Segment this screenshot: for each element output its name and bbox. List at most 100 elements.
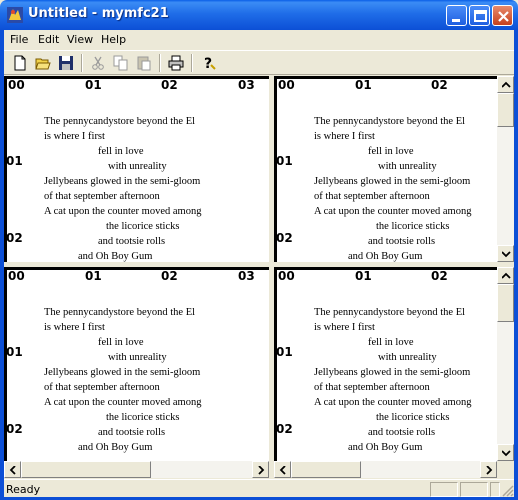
chevron-left-icon: [279, 466, 286, 475]
poem-line: fell in love: [98, 337, 144, 348]
poem-line: of that september afternoon: [44, 382, 160, 393]
scroll-thumb[interactable]: [497, 93, 514, 127]
copy-button[interactable]: [111, 53, 132, 73]
status-panel-caps: [430, 482, 458, 497]
maximize-button[interactable]: [469, 5, 490, 26]
scroll-thumb[interactable]: [291, 461, 361, 478]
row-marker: 01: [6, 345, 23, 359]
open-button[interactable]: [33, 53, 54, 73]
pane-bottom-left[interactable]: 00 01 02 03 01 02 The pennycandystore beyond t…: [4, 267, 269, 478]
column-marker: 01: [85, 269, 102, 283]
cut-button[interactable]: [88, 53, 109, 73]
top-ruler-line: [4, 76, 269, 79]
scroll-left-button[interactable]: [274, 461, 291, 478]
scroll-down-button[interactable]: [497, 444, 514, 461]
pane-top-right[interactable]: 00 01 02 01 02 The pennycandystore beyond the…: [274, 76, 514, 262]
column-marker: 03: [238, 269, 255, 283]
poem-line: and Oh Boy Gum: [78, 251, 153, 262]
scroll-thumb[interactable]: [497, 284, 514, 322]
horizontal-splitter[interactable]: [4, 262, 514, 267]
row-marker: 02: [6, 231, 23, 245]
menu-bar: File Edit View Help: [4, 30, 514, 49]
poem-line: with unreality: [108, 352, 167, 363]
help-icon: ?: [204, 56, 216, 71]
chevron-right-icon: [258, 466, 265, 475]
app-icon[interactable]: [6, 6, 24, 24]
title-bar[interactable]: Untitled - mymfc21: [0, 0, 518, 30]
chevron-down-icon: [502, 450, 511, 457]
status-panel-scrl: [490, 482, 500, 497]
chevron-left-icon: [9, 466, 16, 475]
column-marker: 02: [431, 78, 448, 92]
vertical-splitter[interactable]: [269, 76, 274, 478]
poem-line: The pennycandystore beyond the El: [44, 307, 196, 318]
poem-line: and Oh Boy Gum: [348, 251, 423, 262]
row-marker: 01: [276, 154, 293, 168]
poem-line: of that september afternoon: [44, 191, 160, 202]
column-marker: 00: [278, 269, 295, 283]
scroll-up-button[interactable]: [497, 267, 514, 284]
scroll-left-button[interactable]: [4, 461, 21, 478]
poem-line: and tootsie rolls: [368, 427, 436, 438]
row-marker: 02: [276, 422, 293, 436]
poem-line: the licorice sticks: [106, 221, 180, 232]
column-marker: 02: [161, 269, 178, 283]
poem-line: fell in love: [98, 146, 144, 157]
save-button[interactable]: [56, 53, 77, 73]
column-marker: 02: [161, 78, 178, 92]
paste-icon: [137, 56, 151, 71]
poem-line: fell in love: [368, 146, 414, 157]
help-button[interactable]: ?: [198, 53, 219, 73]
print-button[interactable]: [166, 53, 187, 73]
poem-line: fell in love: [368, 337, 414, 348]
poem-line: The pennycandystore beyond the El: [314, 116, 466, 127]
status-bar: Ready: [4, 479, 514, 497]
new-icon: [14, 55, 26, 71]
window-title: Untitled - mymfc21: [28, 6, 169, 21]
scroll-right-button[interactable]: [480, 461, 497, 478]
poem-line: and tootsie rolls: [98, 427, 166, 438]
horizontal-scrollbar[interactable]: [4, 461, 269, 478]
column-marker: 00: [8, 269, 25, 283]
top-ruler-line: [274, 267, 497, 270]
poem-line: and Oh Boy Gum: [78, 442, 153, 453]
vertical-scrollbar[interactable]: [497, 267, 514, 461]
vertical-scrollbar[interactable]: [497, 76, 514, 262]
poem-line: and tootsie rolls: [98, 236, 166, 247]
poem-line: with unreality: [378, 161, 437, 172]
menu-edit[interactable]: Edit: [38, 33, 59, 46]
toolbar-separator: [159, 54, 161, 72]
menu-view[interactable]: View: [67, 33, 93, 46]
poem-line: Jellybeans glowed in the semi-gloom: [314, 176, 471, 187]
open-icon: [35, 58, 51, 70]
status-text: Ready: [6, 483, 41, 496]
poem-line: of that september afternoon: [314, 191, 430, 202]
minimize-button[interactable]: [446, 5, 467, 26]
menu-file[interactable]: File: [10, 33, 28, 46]
close-button[interactable]: [492, 5, 513, 26]
poem-line: the licorice sticks: [376, 221, 450, 232]
new-button[interactable]: [10, 53, 31, 73]
svg-text:?: ?: [204, 56, 212, 71]
column-marker: 01: [85, 78, 102, 92]
toolbar-separator: [81, 54, 83, 72]
scroll-up-button[interactable]: [497, 76, 514, 93]
scroll-down-button[interactable]: [497, 245, 514, 262]
poem-line: Jellybeans glowed in the semi-gloom: [44, 367, 201, 378]
scroll-thumb[interactable]: [21, 461, 151, 478]
poem-line: is where I first: [44, 322, 105, 333]
paste-button[interactable]: [134, 53, 155, 73]
pane-bottom-right[interactable]: 000102030102The pennycandystore beyond t…: [274, 267, 514, 478]
resize-grip-icon[interactable]: [500, 483, 514, 497]
scroll-right-button[interactable]: [252, 461, 269, 478]
toolbar: ?: [4, 50, 514, 75]
horizontal-scrollbar[interactable]: [274, 461, 497, 478]
poem-line: A cat upon the counter moved among: [44, 397, 202, 408]
menu-help[interactable]: Help: [101, 33, 126, 46]
column-marker: 03: [238, 78, 255, 92]
row-marker: 02: [6, 422, 23, 436]
top-ruler-line: [4, 267, 269, 270]
pane-top-left[interactable]: 00 01 02 03 01 02 The pennycandystore beyond t…: [4, 76, 269, 262]
scrollbar-corner: [497, 461, 514, 478]
poem-line: Jellybeans glowed in the semi-gloom: [314, 367, 471, 378]
